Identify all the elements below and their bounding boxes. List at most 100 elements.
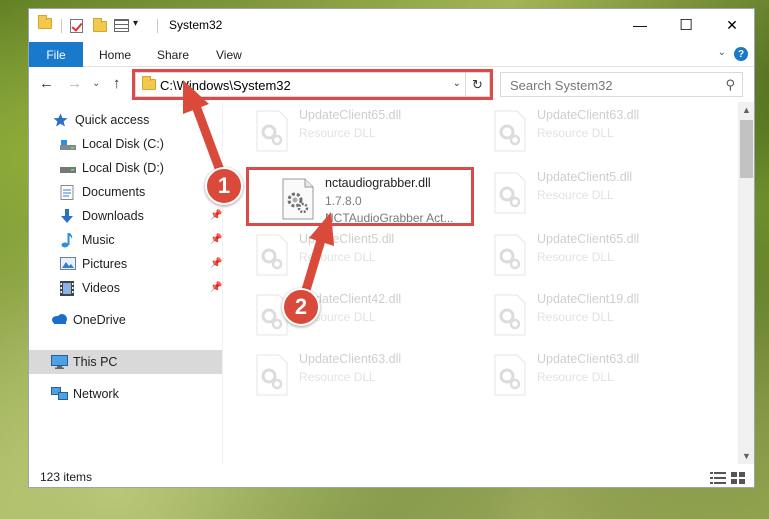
maximize-button[interactable]: ☐ <box>663 9 709 41</box>
address-path[interactable]: C:\Windows\System32 <box>160 78 291 93</box>
pin-icon[interactable]: 📌 <box>210 282 222 293</box>
videos-icon <box>60 281 76 296</box>
sidebar-item-quick-access[interactable]: Quick access <box>53 109 149 131</box>
properties-icon[interactable] <box>114 19 129 32</box>
tab-view[interactable]: View <box>216 42 242 67</box>
sidebar-item-local-disk-c[interactable]: Local Disk (C:) <box>60 133 164 155</box>
pin-icon[interactable]: 📌 <box>210 258 222 269</box>
tab-share[interactable]: Share <box>157 42 189 67</box>
explorer-window: ▾ System32 — ☐ ✕ File Home Share View ⌄ … <box>28 8 755 488</box>
forward-button[interactable]: → <box>67 75 82 92</box>
sidebar-item-label: Local Disk (D:) <box>82 161 164 175</box>
address-dropdown-chevron-icon[interactable]: ⌄ <box>453 78 461 89</box>
tab-file[interactable]: File <box>29 42 83 67</box>
folder-icon <box>142 76 156 90</box>
dll-file-icon <box>493 354 527 396</box>
status-bar: 123 items <box>29 467 754 487</box>
file-type: Resource DLL <box>537 370 614 384</box>
file-name: UpdateClient63.dll <box>537 352 640 366</box>
scrollbar-thumb[interactable] <box>740 120 753 178</box>
file-item-nctaudiograbber[interactable]: nctaudiograbber.dll 1.7.8.0 NCTAudioGrab… <box>275 172 505 228</box>
back-button[interactable]: ← <box>39 75 54 92</box>
customize-toolbar-chevron-icon[interactable]: ▾ <box>133 18 138 29</box>
address-bar[interactable]: C:\Windows\System32 ⌄ ↻ <box>135 72 490 97</box>
sidebar-item-music[interactable]: Music <box>60 229 115 251</box>
file-name: nctaudiograbber.dll <box>325 176 431 190</box>
sidebar-item-label: Downloads <box>82 209 144 223</box>
sidebar-item-onedrive[interactable]: OneDrive <box>51 309 126 331</box>
file-item[interactable]: UpdateClient19.dll Resource DLL <box>487 288 717 344</box>
file-item[interactable]: UpdateClient63.dll Resource DLL <box>487 348 717 404</box>
scroll-down-arrow-icon[interactable]: ▼ <box>742 451 751 461</box>
sidebar-item-pictures[interactable]: Pictures <box>60 253 127 275</box>
large-icons-view-icon[interactable] <box>731 472 747 484</box>
drive-icon <box>60 137 76 151</box>
file-type: Resource DLL <box>537 310 614 324</box>
expand-ribbon-chevron-icon[interactable]: ⌄ <box>718 47 726 58</box>
file-item[interactable]: UpdateClient63.dll Resource DLL <box>487 104 717 160</box>
sidebar-item-videos[interactable]: Videos <box>60 277 120 299</box>
sidebar-item-label: Quick access <box>75 113 150 127</box>
star-icon <box>53 113 69 127</box>
music-icon <box>60 233 76 248</box>
sidebar-item-label: Music <box>82 233 115 247</box>
tab-home[interactable]: Home <box>99 42 131 67</box>
pin-icon[interactable]: 📌 <box>210 210 222 221</box>
file-item[interactable]: UpdateClient65.dll Resource DLL <box>249 104 479 160</box>
file-type: Resource DLL <box>299 126 376 140</box>
dll-file-icon <box>493 110 527 152</box>
network-icon <box>51 387 68 401</box>
help-icon[interactable]: ? <box>734 47 748 61</box>
file-type: Resource DLL <box>299 250 376 264</box>
file-name: UpdateClient65.dll <box>537 232 640 246</box>
navigation-pane: Quick access Local Disk (C:) Local Disk … <box>29 102 222 464</box>
file-type: Resource DLL <box>537 126 614 140</box>
documents-icon <box>60 185 76 200</box>
file-type: Resource DLL <box>537 188 614 202</box>
dll-file-icon <box>281 178 315 220</box>
step-1-badge: 1 <box>205 167 243 205</box>
recent-locations-chevron-icon[interactable]: ⌄ <box>92 78 100 89</box>
sidebar-item-label: Documents <box>82 185 146 199</box>
sidebar-item-label: OneDrive <box>73 313 126 327</box>
properties-check-icon[interactable] <box>70 19 83 33</box>
item-count: 123 items <box>40 470 93 484</box>
dll-file-icon <box>493 234 527 276</box>
file-item[interactable]: UpdateClient63.dll Resource DLL <box>249 348 479 404</box>
sidebar-item-label: Local Disk (C:) <box>82 137 164 151</box>
file-type: Resource DLL <box>299 370 376 384</box>
sidebar-item-network[interactable]: Network <box>51 383 119 405</box>
dll-file-icon <box>255 354 289 396</box>
navigation-bar: ← → ⌄ ↑ C:\Windows\System32 ⌄ ↻ Search S… <box>29 68 754 102</box>
file-name: UpdateClient63.dll <box>537 108 640 122</box>
file-type: Resource DLL <box>537 250 614 264</box>
cloud-icon <box>51 313 67 327</box>
new-folder-icon[interactable] <box>93 18 107 32</box>
sidebar-item-documents[interactable]: Documents <box>60 181 145 203</box>
sidebar-item-downloads[interactable]: Downloads <box>60 205 144 227</box>
dll-file-icon <box>493 294 527 336</box>
drive-icon <box>60 161 76 175</box>
sidebar-item-label: Network <box>73 387 119 401</box>
vertical-scrollbar[interactable]: ▲ ▼ <box>738 102 754 464</box>
sidebar-item-local-disk-d[interactable]: Local Disk (D:) <box>60 157 164 179</box>
refresh-button[interactable]: ↻ <box>465 73 489 96</box>
search-icon[interactable]: ⚲ <box>725 77 735 93</box>
details-view-icon[interactable] <box>710 472 726 484</box>
up-button[interactable]: ↑ <box>113 75 121 92</box>
search-input[interactable]: Search System32 <box>510 78 613 93</box>
step-2-badge: 2 <box>282 288 320 326</box>
pin-icon[interactable]: 📌 <box>210 234 222 245</box>
file-item[interactable]: UpdateClient5.dll Resource DLL <box>249 228 479 284</box>
ribbon-tabs: File Home Share View ⌄ ? <box>29 42 754 67</box>
dll-file-icon <box>493 172 527 214</box>
divider <box>157 19 158 33</box>
scroll-up-arrow-icon[interactable]: ▲ <box>742 105 751 115</box>
file-name: UpdateClient63.dll <box>299 352 402 366</box>
minimize-button[interactable]: — <box>617 9 663 41</box>
search-box[interactable]: Search System32 ⚲ <box>500 72 743 97</box>
sidebar-item-this-pc[interactable]: This PC <box>51 351 117 373</box>
file-item[interactable]: UpdateClient5.dll Resource DLL <box>487 166 717 222</box>
file-item[interactable]: UpdateClient65.dll Resource DLL <box>487 228 717 284</box>
close-button[interactable]: ✕ <box>709 9 754 41</box>
